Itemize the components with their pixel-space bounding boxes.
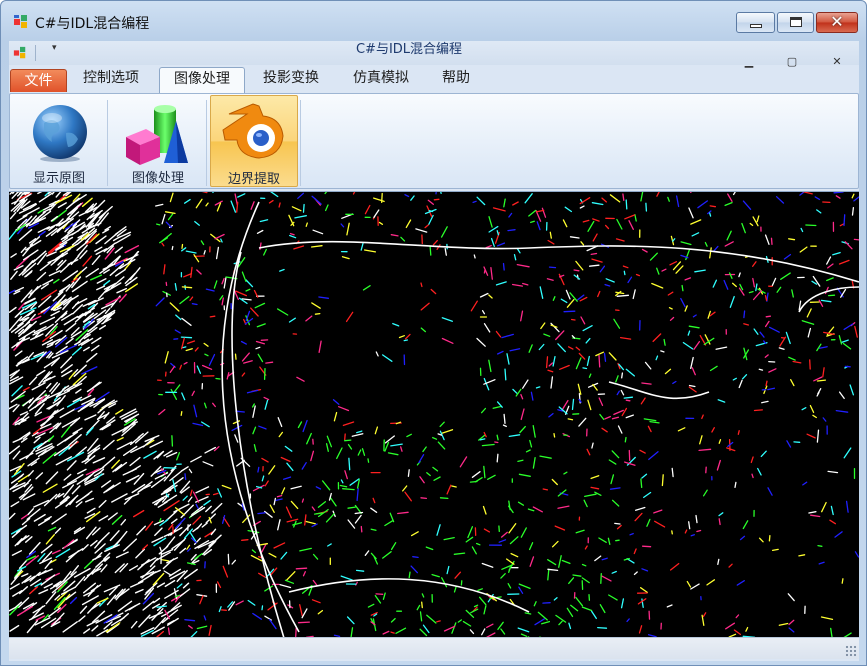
edge-extraction-label: 边界提取 xyxy=(227,172,280,187)
ribbon-separator xyxy=(300,100,301,186)
app-window: C#与IDL混合编程 ✕ ▾ C#与IDL混合编程 ▁ ▢ ✕ 文件 控制选项 … xyxy=(0,0,867,666)
blender-icon xyxy=(222,103,284,159)
title-bar[interactable]: C#与IDL混合编程 ✕ xyxy=(1,1,866,41)
image-processing-label: 图像处理 xyxy=(131,171,184,186)
window-title: C#与IDL混合编程 xyxy=(35,16,150,32)
tab-simulation[interactable]: 仿真模拟 xyxy=(339,67,423,93)
minimize-button[interactable] xyxy=(736,12,775,33)
tab-image-processing[interactable]: 图像处理 xyxy=(159,67,245,93)
ribbon-separator xyxy=(107,100,108,186)
ribbon-tabs: 文件 控制选项 图像处理 投影变换 仿真模拟 帮助 xyxy=(9,65,859,93)
show-original-label: 显示原图 xyxy=(32,171,85,186)
edge-extraction-button[interactable]: 边界提取 xyxy=(210,95,298,187)
tab-file[interactable]: 文件 xyxy=(10,69,67,92)
close-button[interactable]: ✕ xyxy=(816,12,858,33)
show-original-button[interactable]: 显示原图 xyxy=(12,95,106,187)
document-title: C#与IDL混合编程 xyxy=(355,42,463,57)
image-processing-button[interactable]: 图像处理 xyxy=(110,95,206,187)
tab-control-options[interactable]: 控制选项 xyxy=(69,67,153,93)
maximize-button[interactable] xyxy=(777,12,814,33)
shapes-icon xyxy=(126,105,188,165)
edge-detection-image xyxy=(9,192,859,638)
status-bar xyxy=(9,637,859,659)
image-canvas[interactable] xyxy=(9,191,859,638)
ribbon-panel: 显示原图 图像处理 边界提取 xyxy=(9,93,859,189)
minimize-icon xyxy=(750,24,762,28)
globe-icon xyxy=(33,105,87,162)
tab-projection[interactable]: 投影变换 xyxy=(249,67,333,93)
mdi-frame: ▾ C#与IDL混合编程 ▁ ▢ ✕ 文件 控制选项 图像处理 投影变换 仿真模… xyxy=(9,41,859,661)
quick-access-toolbar: ▾ C#与IDL混合编程 ▁ ▢ ✕ xyxy=(9,41,859,68)
resize-grip-icon[interactable] xyxy=(845,645,857,657)
maximize-icon xyxy=(790,17,802,27)
app-icon xyxy=(14,15,27,28)
close-icon: ✕ xyxy=(830,12,844,31)
tab-help[interactable]: 帮助 xyxy=(428,67,484,93)
ribbon-separator xyxy=(206,100,207,186)
